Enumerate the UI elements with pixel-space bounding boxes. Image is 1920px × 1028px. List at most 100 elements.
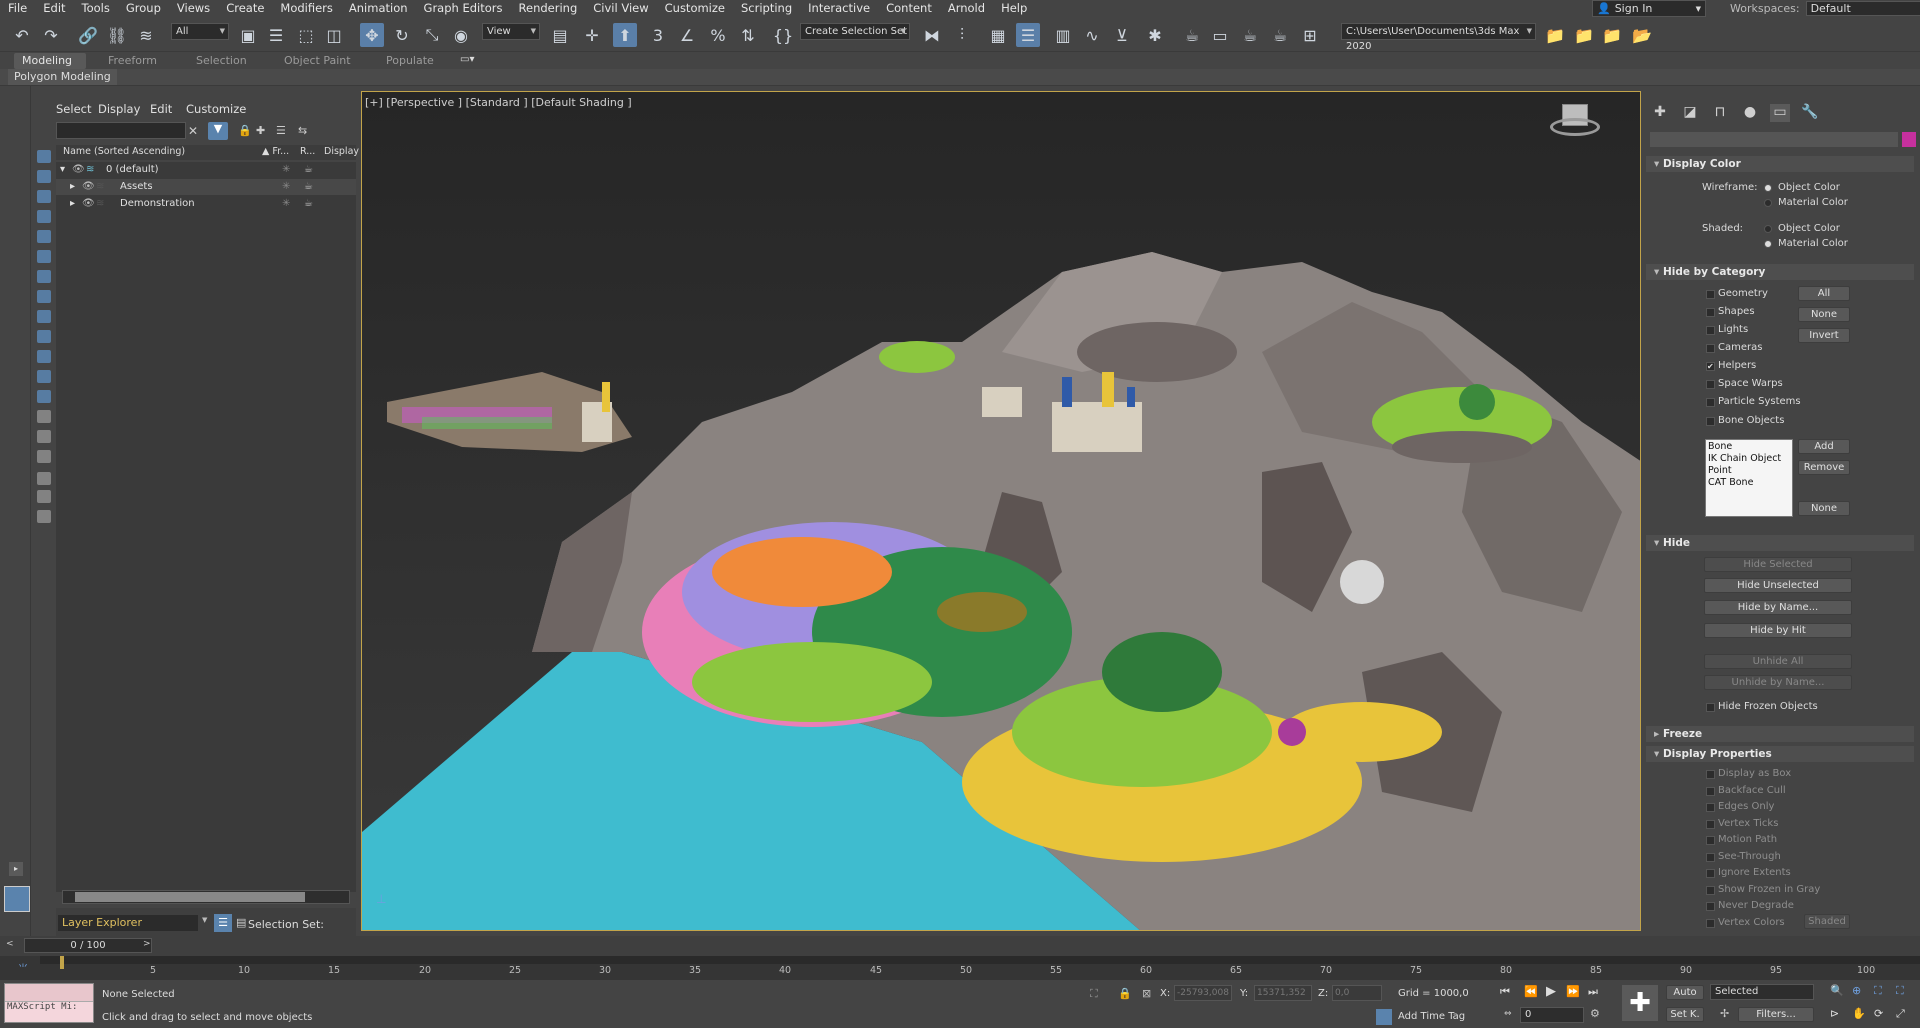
shaded-material-color-radio[interactable] [1764, 240, 1772, 248]
hide-invert-button[interactable]: Invert [1798, 328, 1850, 343]
workspaces-select[interactable]: Default [1805, 1, 1920, 16]
next-frame-icon[interactable]: > [143, 939, 151, 949]
explorer-menu-select[interactable]: Select [56, 102, 91, 116]
tab-freeform[interactable]: Freeform [100, 53, 165, 69]
z-coord-field[interactable]: 0,0 [1332, 985, 1382, 1001]
reference-coord-dropdown[interactable]: View [482, 23, 540, 40]
polygon-modeling-panel[interactable]: Polygon Modeling [8, 69, 117, 85]
menu-scripting[interactable]: Scripting [733, 0, 800, 17]
undo-icon[interactable]: ↶ [10, 23, 34, 47]
prev-key-icon[interactable]: ⏪ [1524, 985, 1538, 998]
spinner-snap-icon[interactable]: ⇅ [736, 23, 760, 47]
clear-search-icon[interactable]: ✕ [188, 124, 198, 138]
menu-edit[interactable]: Edit [35, 0, 73, 17]
menu-create[interactable]: Create [218, 0, 272, 17]
bone-objects-checkbox[interactable] [1706, 417, 1715, 426]
hide-rollout[interactable]: Hide [1646, 535, 1914, 551]
hide-frozen-checkbox[interactable] [1706, 703, 1715, 712]
hide-selected-button[interactable]: Hide Selected [1704, 557, 1852, 572]
layout-single-icon[interactable] [4, 886, 30, 912]
edges-only-checkbox[interactable] [1706, 803, 1715, 812]
render-setup-icon[interactable]: ☕ [1180, 23, 1204, 47]
eye-icon[interactable]: 👁 [82, 179, 95, 195]
display-shapes-icon[interactable] [37, 170, 51, 183]
list-item[interactable]: Point [1708, 465, 1790, 477]
hide-none-button[interactable]: None [1798, 307, 1850, 322]
eye-icon[interactable]: 👁 [72, 162, 85, 178]
freeze-icon[interactable]: ✳ [282, 179, 290, 195]
display-none-icon[interactable] [37, 410, 51, 423]
explorer-hscrollbar[interactable] [62, 890, 350, 904]
align-icon[interactable]: ⫶ [950, 23, 974, 47]
freeze-icon[interactable]: ✳ [282, 196, 290, 212]
time-config-icon[interactable]: ⚙ [1590, 1007, 1600, 1020]
select-rotate-icon[interactable]: ↻ [390, 23, 414, 47]
hide-by-hit-button[interactable]: Hide by Hit [1704, 623, 1852, 638]
add-time-tag[interactable]: Add Time Tag [1398, 1011, 1465, 1022]
pan-icon[interactable]: ✋ [1852, 1007, 1866, 1020]
helpers-checkbox[interactable]: ✔ [1706, 362, 1715, 371]
toggle-layer-explorer-icon[interactable]: ☰ [1016, 23, 1040, 47]
curve-editor-icon[interactable]: ∿ [1080, 23, 1104, 47]
display-all-icon[interactable] [37, 390, 51, 403]
freeze-icon[interactable]: ✳ [282, 162, 290, 178]
selection-set-dropdown[interactable]: Create Selection Set [800, 23, 910, 40]
auto-key-button[interactable]: Auto [1666, 985, 1704, 1000]
zoom-icon[interactable]: 🔍 [1830, 984, 1844, 997]
select-move-icon[interactable]: ✥ [360, 23, 384, 47]
shaded-button[interactable]: Shaded [1804, 914, 1850, 929]
select-scale-icon[interactable]: ⤡ [420, 23, 444, 47]
display-spacewarps-icon[interactable] [37, 250, 51, 263]
display-invert-icon[interactable] [37, 430, 51, 443]
expand-icon[interactable]: ▸ [70, 196, 75, 212]
modify-tab-icon[interactable]: ◪ [1680, 104, 1700, 122]
collapse-icon[interactable]: ▾ [60, 162, 65, 178]
redo-icon[interactable]: ↷ [39, 23, 63, 47]
display-hidden-icon[interactable] [37, 370, 51, 383]
list-item[interactable]: IK Chain Object [1708, 453, 1790, 465]
render-teapot-icon[interactable]: ☕ [304, 179, 313, 195]
create-tab-icon[interactable]: ✚ [1650, 104, 1670, 122]
display-groups-icon[interactable] [37, 270, 51, 283]
shaded-object-color-radio[interactable] [1764, 225, 1772, 233]
motion-path-checkbox[interactable] [1706, 836, 1715, 845]
space-warps-checkbox[interactable] [1706, 380, 1715, 389]
maxscript-listener[interactable]: MAXScript Mi: [4, 983, 94, 1023]
zoom-extents-all-icon[interactable]: ⛶ [1896, 984, 1904, 998]
unlink-icon[interactable]: ⛓ [105, 23, 129, 47]
maximize-viewport-icon[interactable]: ⤢ [1896, 1007, 1905, 1021]
select-object-icon[interactable]: ▣ [236, 23, 260, 47]
current-frame-field[interactable]: 0 [1520, 1007, 1584, 1023]
viewport-label[interactable]: [+] [Perspective ] [Standard ] [Default … [365, 96, 632, 109]
render-teapot-icon[interactable]: ☕ [304, 162, 313, 178]
curve-editor-mini-icon[interactable]: ⺌ [18, 960, 28, 975]
tab-object-paint[interactable]: Object Paint [276, 53, 359, 69]
render-teapot-icon[interactable]: ☕ [304, 196, 313, 212]
mirror-icon[interactable]: ⧓ [920, 23, 944, 47]
sign-in-dropdown[interactable]: 👤 Sign In ▼ [1592, 0, 1706, 17]
ribbon-options-icon[interactable]: ▭▾ [460, 54, 474, 65]
hide-unselected-button[interactable]: Hide Unselected [1704, 578, 1852, 593]
display-geometry-icon[interactable] [37, 150, 51, 163]
wire-material-color-radio[interactable] [1764, 199, 1772, 207]
key-mode-icon[interactable]: ⇔ [1504, 1009, 1512, 1019]
unhide-all-button[interactable]: Unhide All [1704, 654, 1852, 669]
expand-layouts-icon[interactable]: ▸ [9, 862, 23, 876]
geometry-checkbox[interactable] [1706, 290, 1715, 299]
toggle-ribbon-icon[interactable]: ▥ [1051, 23, 1075, 47]
add-category-button[interactable]: Add [1798, 439, 1850, 454]
never-degrade-checkbox[interactable] [1706, 902, 1715, 911]
zoom-extents-icon[interactable]: ⛶ [1874, 984, 1882, 998]
menu-tools[interactable]: Tools [74, 0, 118, 17]
lock-icon[interactable]: 🔒 [238, 124, 252, 137]
menu-civil-view[interactable]: Civil View [585, 0, 656, 17]
selection-lock-icon[interactable]: 🔒 [1118, 987, 1132, 1000]
explorer-search-input[interactable] [56, 122, 186, 139]
hide-by-category-rollout[interactable]: Hide by Category [1646, 264, 1914, 280]
menu-help[interactable]: Help [993, 0, 1035, 17]
goto-end-icon[interactable]: ⏭ [1588, 985, 1598, 999]
menu-rendering[interactable]: Rendering [511, 0, 586, 17]
edit-named-selection-icon[interactable]: {} [771, 23, 795, 47]
tree-row[interactable]: ▾ 👁 ≋ 0 (default) ✳ ☕ [56, 162, 356, 178]
manipulate-icon[interactable]: ✛ [580, 23, 604, 47]
